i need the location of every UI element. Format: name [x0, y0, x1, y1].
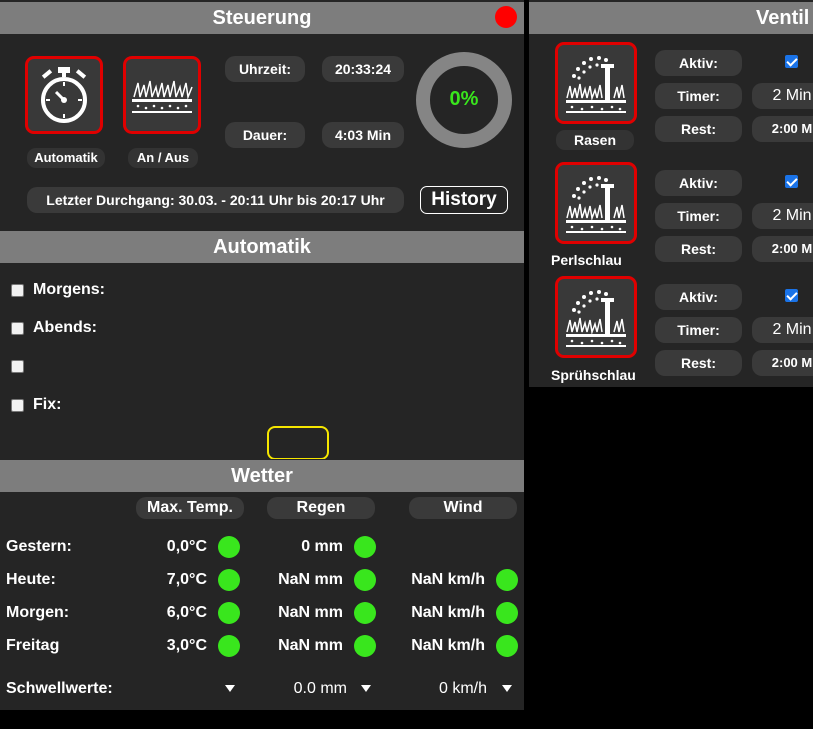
automatik-panel: Automatik Morgens: Abends: Fix:	[0, 229, 524, 460]
unlabeled-checkbox[interactable]	[11, 360, 24, 373]
valve-rasen-rest-value: 2:00 M	[752, 116, 813, 142]
chevron-down-icon	[502, 685, 512, 692]
dauer-label: Dauer:	[225, 122, 305, 148]
chevron-down-icon	[225, 685, 235, 692]
sprinkler-icon	[566, 176, 626, 233]
status-indicator	[495, 6, 517, 28]
wetter-title: Wetter	[231, 465, 293, 487]
wind-heute: NaN km/h	[411, 571, 485, 588]
sprinkler-icon	[566, 56, 626, 113]
temp-indicator-morgen	[218, 602, 240, 624]
temp-indicator-freitag	[218, 635, 240, 657]
automatik-caption: Automatik	[27, 148, 105, 168]
sprinkler-icon	[566, 290, 626, 347]
temp-gestern: 0,0°C	[166, 538, 207, 555]
rain-heute: NaN mm	[278, 571, 343, 588]
temp-indicator-gestern	[218, 536, 240, 558]
valve-rasen-timer-value[interactable]: 2 Min	[752, 83, 813, 109]
an-aus-button[interactable]	[123, 56, 201, 134]
temp-indicator-heute	[218, 569, 240, 591]
valve-perlschlauch-timer-label: Timer:	[655, 203, 742, 229]
abends-label: Abends:	[33, 319, 97, 336]
threshold-label: Schwellwerte:	[6, 680, 113, 697]
wind-indicator-morgen	[496, 602, 518, 624]
valve-spruehschlauch-aktiv-checkbox[interactable]	[785, 289, 798, 302]
valve-spruehschlauch-caption: Sprühschlau	[551, 367, 636, 383]
stopwatch-icon	[41, 67, 87, 123]
valve-rasen-aktiv-checkbox[interactable]	[785, 55, 798, 68]
automatik-title: Automatik	[213, 236, 311, 258]
history-button[interactable]: History	[420, 186, 508, 214]
fix-checkbox[interactable]	[11, 399, 24, 412]
wind-indicator-freitag	[496, 635, 518, 657]
chevron-down-icon	[361, 685, 371, 692]
wind-indicator-heute	[496, 569, 518, 591]
uhrzeit-value: 20:33:24	[322, 56, 404, 82]
valve-rasen-timer-label: Timer:	[655, 83, 742, 109]
header-max-temp: Max. Temp.	[136, 497, 244, 519]
steuerung-header: Steuerung	[0, 2, 524, 34]
rain-indicator-morgen	[354, 602, 376, 624]
valve-spruehschlauch-aktiv-label: Aktiv:	[655, 284, 742, 310]
valve-spruehschlauch-button[interactable]	[555, 276, 637, 358]
valve-rasen-rest-label: Rest:	[655, 116, 742, 142]
valve-rasen-caption: Rasen	[556, 130, 634, 150]
automatik-button[interactable]	[25, 56, 103, 134]
threshold-rain-value: 0.0 mm	[293, 680, 347, 697]
valve-rasen-button[interactable]	[555, 42, 637, 124]
threshold-temp-select[interactable]	[150, 675, 240, 701]
rain-morgen: NaN mm	[278, 604, 343, 621]
header-regen: Regen	[267, 497, 375, 519]
day-gestern: Gestern:	[6, 538, 72, 555]
rain-indicator-gestern	[354, 536, 376, 558]
rain-indicator-heute	[354, 569, 376, 591]
rain-freitag: NaN mm	[278, 637, 343, 654]
abends-checkbox[interactable]	[11, 322, 24, 335]
threshold-wind-value: 0 km/h	[438, 680, 487, 697]
rain-gestern: 0 mm	[301, 538, 343, 555]
valve-perlschlauch-timer-value[interactable]: 2 Min	[752, 203, 813, 229]
temp-morgen: 6,0°C	[166, 604, 207, 621]
valve-rasen-aktiv-label: Aktiv:	[655, 50, 742, 76]
threshold-wind-select[interactable]: 0 km/h	[400, 675, 517, 701]
ventil-title: Ventil	[756, 7, 810, 29]
uhrzeit-label: Uhrzeit:	[225, 56, 305, 82]
an-aus-caption: An / Aus	[128, 148, 198, 168]
automatik-header: Automatik	[0, 231, 524, 263]
focused-empty-button[interactable]	[267, 426, 329, 460]
wetter-header: Wetter	[0, 460, 524, 492]
temp-freitag: 3,0°C	[166, 637, 207, 654]
rain-indicator-freitag	[354, 635, 376, 657]
ventil-header: Ventil	[529, 2, 813, 34]
wind-morgen: NaN km/h	[411, 604, 485, 621]
last-run-text: Letzter Durchgang: 30.03. - 20:11 Uhr bi…	[27, 187, 404, 213]
dauer-value: 4:03 Min	[322, 122, 404, 148]
valve-perlschlauch-aktiv-label: Aktiv:	[655, 170, 742, 196]
fix-label: Fix:	[33, 396, 62, 413]
valve-spruehschlauch-rest-value: 2:00 M	[752, 350, 813, 376]
day-morgen: Morgen:	[6, 604, 70, 621]
valve-perlschlauch-caption: Perlschlau	[551, 252, 622, 268]
threshold-rain-select[interactable]: 0.0 mm	[260, 675, 376, 701]
valve-perlschlauch-button[interactable]	[555, 162, 637, 244]
day-heute: Heute:	[6, 571, 56, 588]
lawn-icon	[132, 80, 193, 113]
valve-perlschlauch-rest-label: Rest:	[655, 236, 742, 262]
valve-spruehschlauch-timer-value[interactable]: 2 Min	[752, 317, 813, 343]
morgens-checkbox[interactable]	[11, 284, 24, 297]
valve-spruehschlauch-rest-label: Rest:	[655, 350, 742, 376]
progress-text: 0%	[449, 88, 479, 110]
steuerung-panel: Steuerung Automatik An / Aus Uhrzeit: 20…	[0, 0, 524, 229]
ventil-panel: Ventil Rasen Aktiv: Timer: 2 Min Rest: 2…	[529, 0, 813, 387]
valve-spruehschlauch-timer-label: Timer:	[655, 317, 742, 343]
day-freitag: Freitag	[6, 637, 60, 654]
morgens-label: Morgens:	[33, 281, 105, 298]
valve-perlschlauch-aktiv-checkbox[interactable]	[785, 175, 798, 188]
steuerung-title: Steuerung	[212, 7, 312, 29]
valve-perlschlauch-rest-value: 2:00 M	[752, 236, 813, 262]
temp-heute: 7,0°C	[166, 571, 207, 588]
wetter-panel: Wetter Max. Temp. Regen Wind Gestern: 0,…	[0, 459, 524, 710]
header-wind: Wind	[409, 497, 517, 519]
wind-freitag: NaN km/h	[411, 637, 485, 654]
